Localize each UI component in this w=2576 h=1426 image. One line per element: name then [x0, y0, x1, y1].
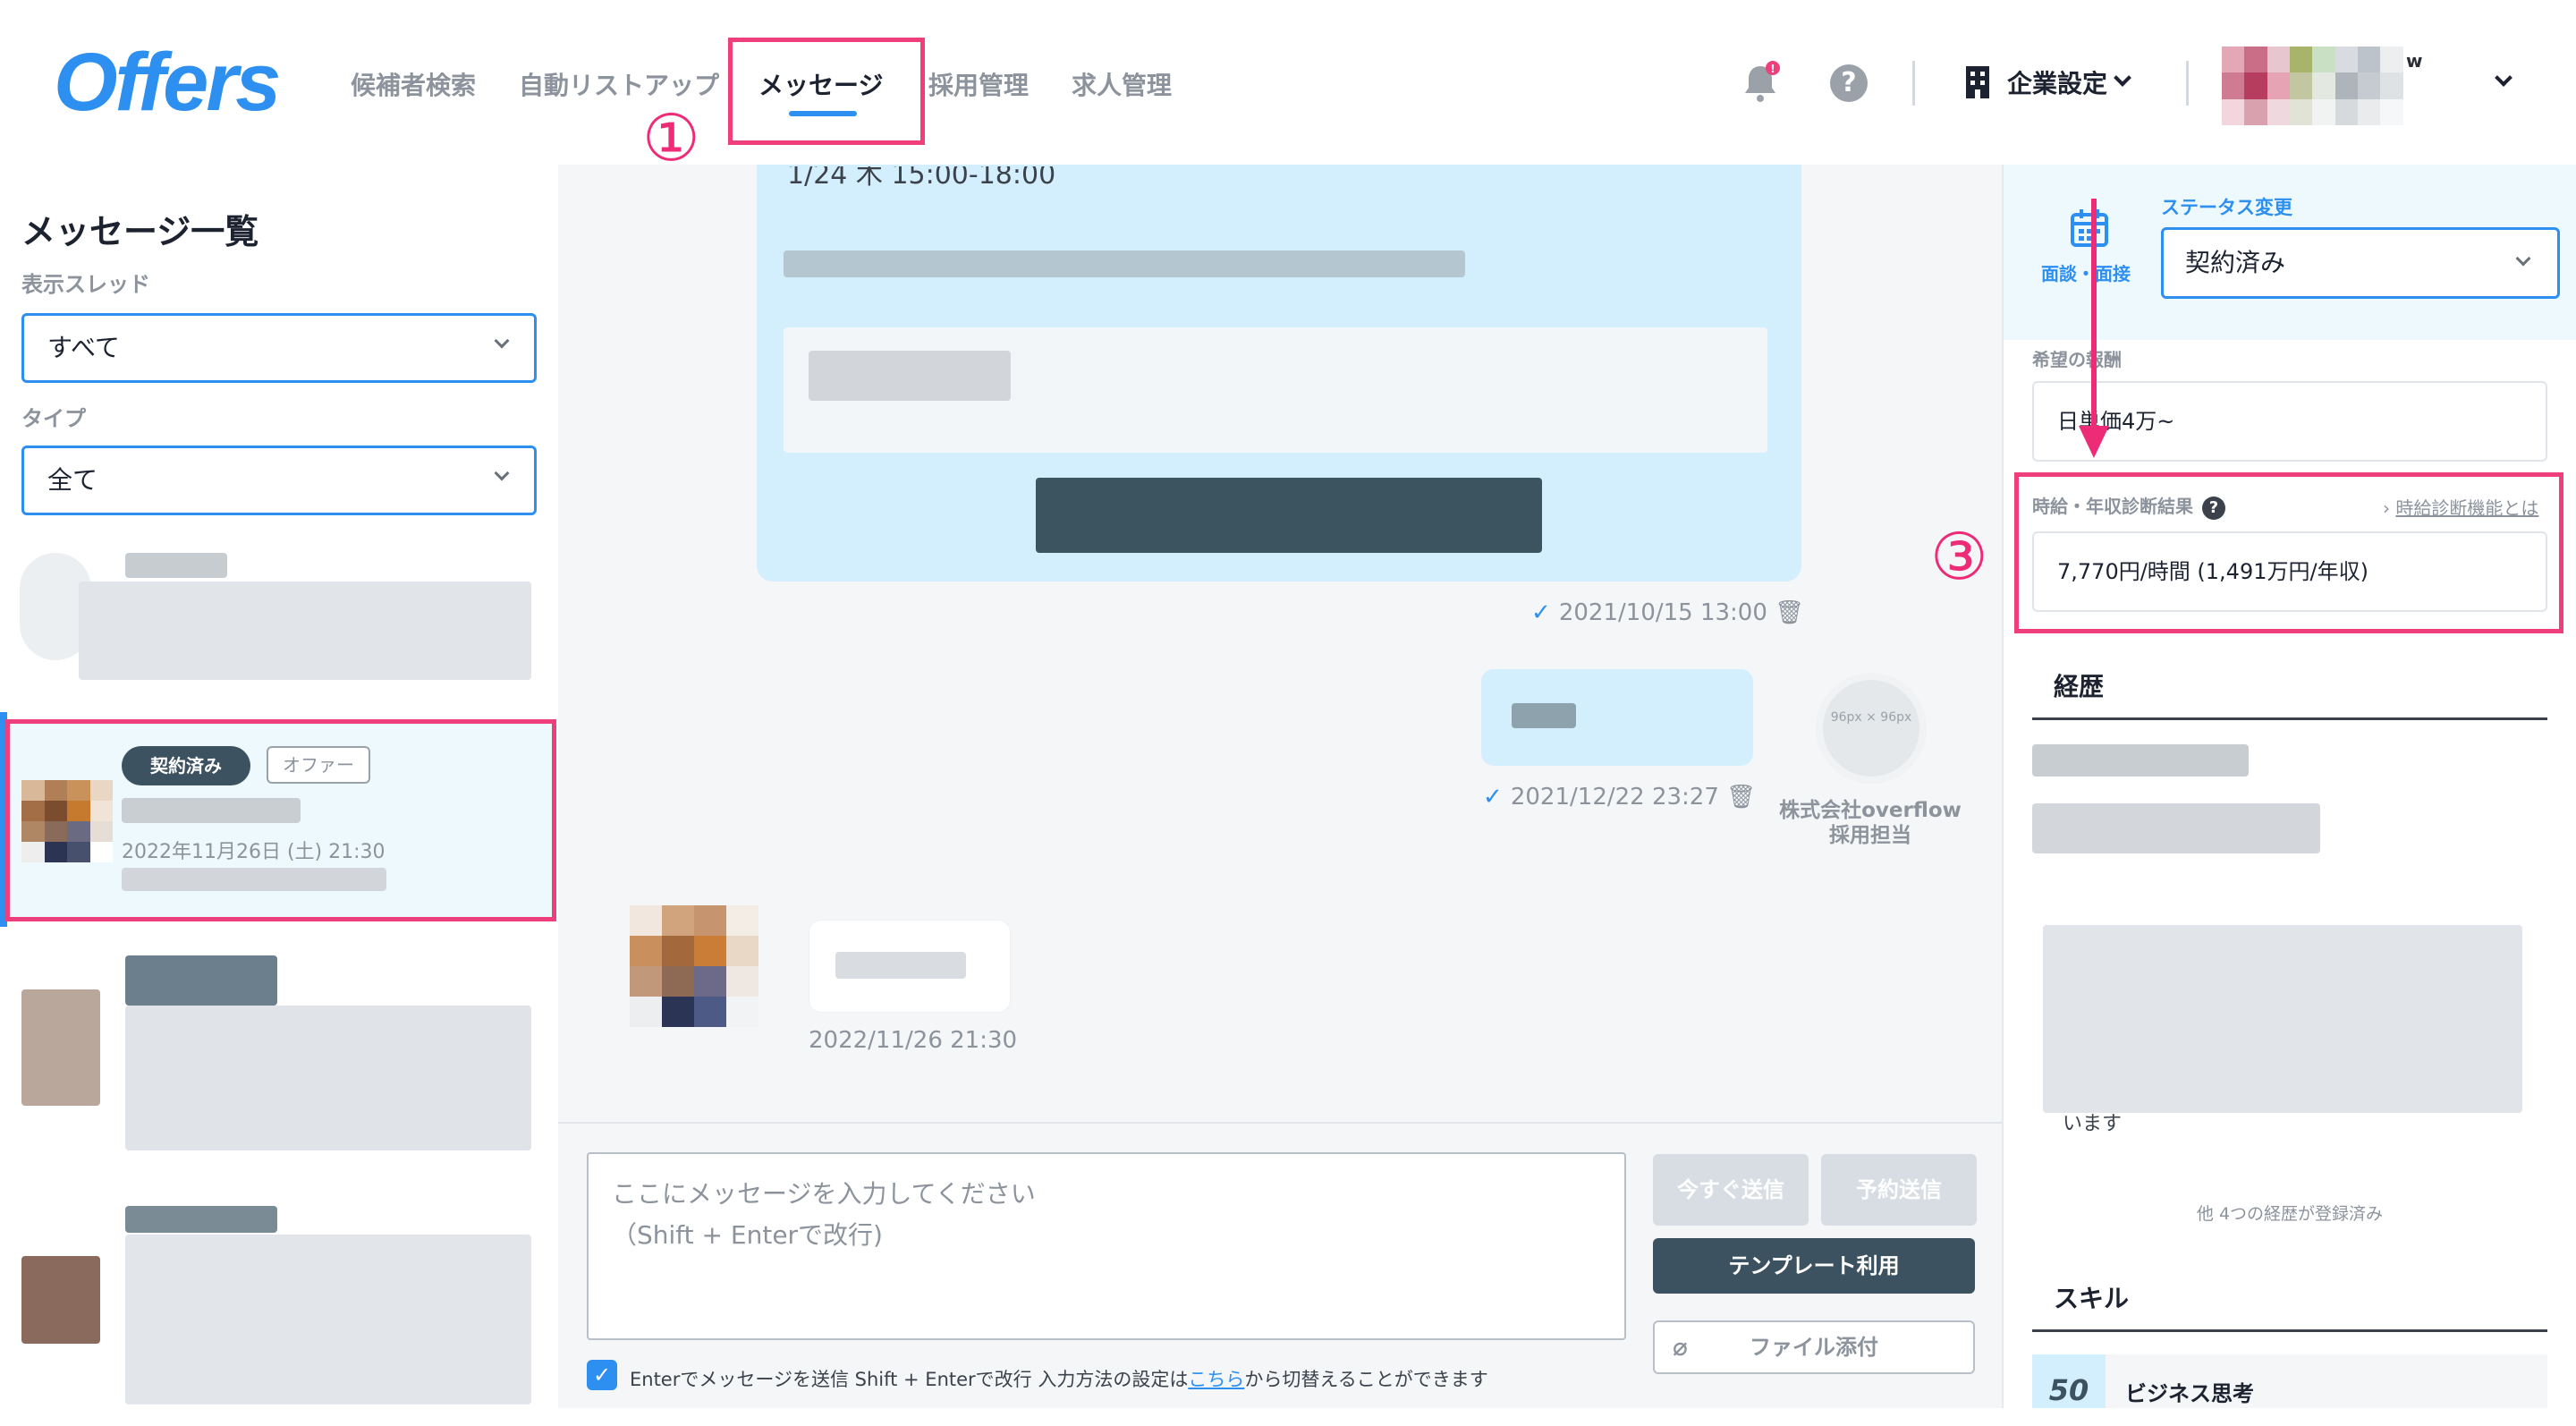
- annotation-arrow: [2079, 199, 2109, 458]
- blurred-message-text: [835, 952, 966, 979]
- type-filter-select[interactable]: 全て: [21, 446, 537, 515]
- send-now-button[interactable]: 今すぐ送信: [1653, 1154, 1809, 1226]
- trash-icon[interactable]: 🗑: [1726, 784, 1756, 811]
- blurred-preview: [125, 1006, 531, 1150]
- user-avatar[interactable]: [2222, 47, 2426, 125]
- message-input[interactable]: ここにメッセージを入力してください （Shift + Enterで改行): [587, 1152, 1626, 1340]
- career-text-tail: います: [2063, 1113, 2123, 1135]
- building-icon: [1966, 66, 1989, 98]
- avatar: [21, 989, 100, 1106]
- chevron-down-icon: [494, 465, 510, 481]
- help-icon[interactable]: ?: [1830, 64, 1868, 102]
- nav-auto-listup[interactable]: 自動リストアップ: [519, 66, 719, 102]
- career-heading: 経歴: [2032, 667, 2547, 720]
- company-avatar: [1816, 673, 1927, 784]
- message-text-partial: 1/24 木 15:00-18:00: [787, 166, 1056, 191]
- nav-candidate-search[interactable]: 候補者検索: [351, 66, 476, 102]
- user-name-fragment: w: [2406, 50, 2423, 72]
- skill-row: [2032, 1354, 2547, 1408]
- highlight-selected-item: [5, 719, 556, 921]
- skills-heading: スキル: [2032, 1279, 2547, 1332]
- thread-filter-label: 表示スレッド: [21, 272, 150, 297]
- nav-recruit-management[interactable]: 採用管理: [928, 66, 1029, 102]
- annotation-three: ③: [1930, 519, 1988, 594]
- notification-bell-icon[interactable]: !: [1741, 61, 1780, 104]
- settings-link[interactable]: こちら: [1188, 1369, 1244, 1390]
- highlight-messages-tab: [728, 38, 925, 145]
- blurred-career: [2032, 744, 2249, 777]
- header-divider: [2186, 61, 2189, 106]
- note-text: Enterでメッセージを送信 Shift + Enterで改行 入力方法の設定は: [630, 1369, 1189, 1390]
- blurred-name: [125, 553, 227, 578]
- enter-send-checkbox[interactable]: ✓: [587, 1360, 617, 1390]
- company-settings-menu[interactable]: 企業設定: [2007, 64, 2107, 100]
- chevron-down-icon[interactable]: [2114, 69, 2131, 87]
- header-divider: [1912, 61, 1915, 106]
- blurred-career: [2032, 803, 2320, 853]
- sender-company-name: 株式会社overflow 採用担当: [1779, 799, 1962, 847]
- type-filter-value: 全て: [47, 465, 98, 495]
- offers-logo[interactable]: Offers: [54, 36, 281, 130]
- thread-filter-select[interactable]: すべて: [21, 313, 537, 383]
- more-careers-note: 他 4つの経歴が登録済み: [2196, 1204, 2384, 1224]
- blurred-name: [125, 955, 277, 1006]
- candidate-avatar: [630, 905, 758, 1027]
- trash-icon[interactable]: 🗑: [1775, 599, 1804, 626]
- user-chevron-down-icon[interactable]: [2495, 69, 2512, 87]
- schedule-send-button[interactable]: 予約送信: [1821, 1154, 1977, 1226]
- blurred-preview: [79, 581, 531, 680]
- blurred-message-text: [1512, 703, 1576, 728]
- thread-filter-value: すべて: [47, 333, 120, 362]
- status-select[interactable]: 契約済み: [2161, 227, 2560, 299]
- message-timestamp: ✓ 2021/10/15 13:00 🗑: [1531, 599, 1805, 626]
- message-timestamp: ✓ 2021/12/22 23:27 🗑: [1483, 784, 1757, 811]
- avatar: [21, 1256, 100, 1344]
- nav-job-management[interactable]: 求人管理: [1072, 66, 1172, 102]
- template-button[interactable]: テンプレート利用: [1653, 1238, 1975, 1294]
- message-list-title: メッセージ一覧: [21, 212, 259, 251]
- attach-file-label: ファイル添付: [1750, 1335, 1878, 1360]
- input-mode-note: Enterでメッセージを送信 Shift + Enterで改行 入力方法の設定は…: [630, 1365, 1488, 1392]
- attach-file-button[interactable]: ⌀ ファイル添付: [1653, 1320, 1975, 1374]
- blurred-message-line: [784, 250, 1465, 277]
- chevron-down-icon: [494, 333, 510, 349]
- blurred-preview: [125, 1235, 531, 1405]
- skill-score: 50: [2032, 1354, 2106, 1408]
- svg-text:!: !: [1770, 63, 1775, 75]
- type-filter-label: タイプ: [21, 406, 86, 431]
- status-value: 契約済み: [2185, 248, 2286, 277]
- input-placeholder-line2: （Shift + Enterで改行): [612, 1220, 883, 1250]
- blurred-career-detail: [2043, 925, 2522, 1113]
- blurred-link-button: [1036, 478, 1542, 553]
- top-header: Offers 候補者検索 自動リストアップ メッセージ 採用管理 求人管理 ! …: [0, 0, 2576, 165]
- paperclip-icon: ⌀: [1673, 1332, 1688, 1362]
- chevron-down-icon: [2515, 250, 2531, 267]
- status-change-label: ステータス変更: [2161, 197, 2292, 218]
- message-timestamp: 2022/11/26 21:30: [809, 1027, 1018, 1054]
- blurred-name: [125, 1206, 277, 1233]
- skill-name: ビジネス思考: [2125, 1381, 2254, 1406]
- avatar-placeholder-text: 96px × 96px: [1830, 710, 1912, 725]
- input-placeholder-line1: ここにメッセージを入力してください: [612, 1179, 1036, 1209]
- highlight-diagnosis: [2014, 472, 2563, 633]
- blurred-card-text: [809, 351, 1011, 401]
- note-text: から切替えることができます: [1244, 1369, 1488, 1390]
